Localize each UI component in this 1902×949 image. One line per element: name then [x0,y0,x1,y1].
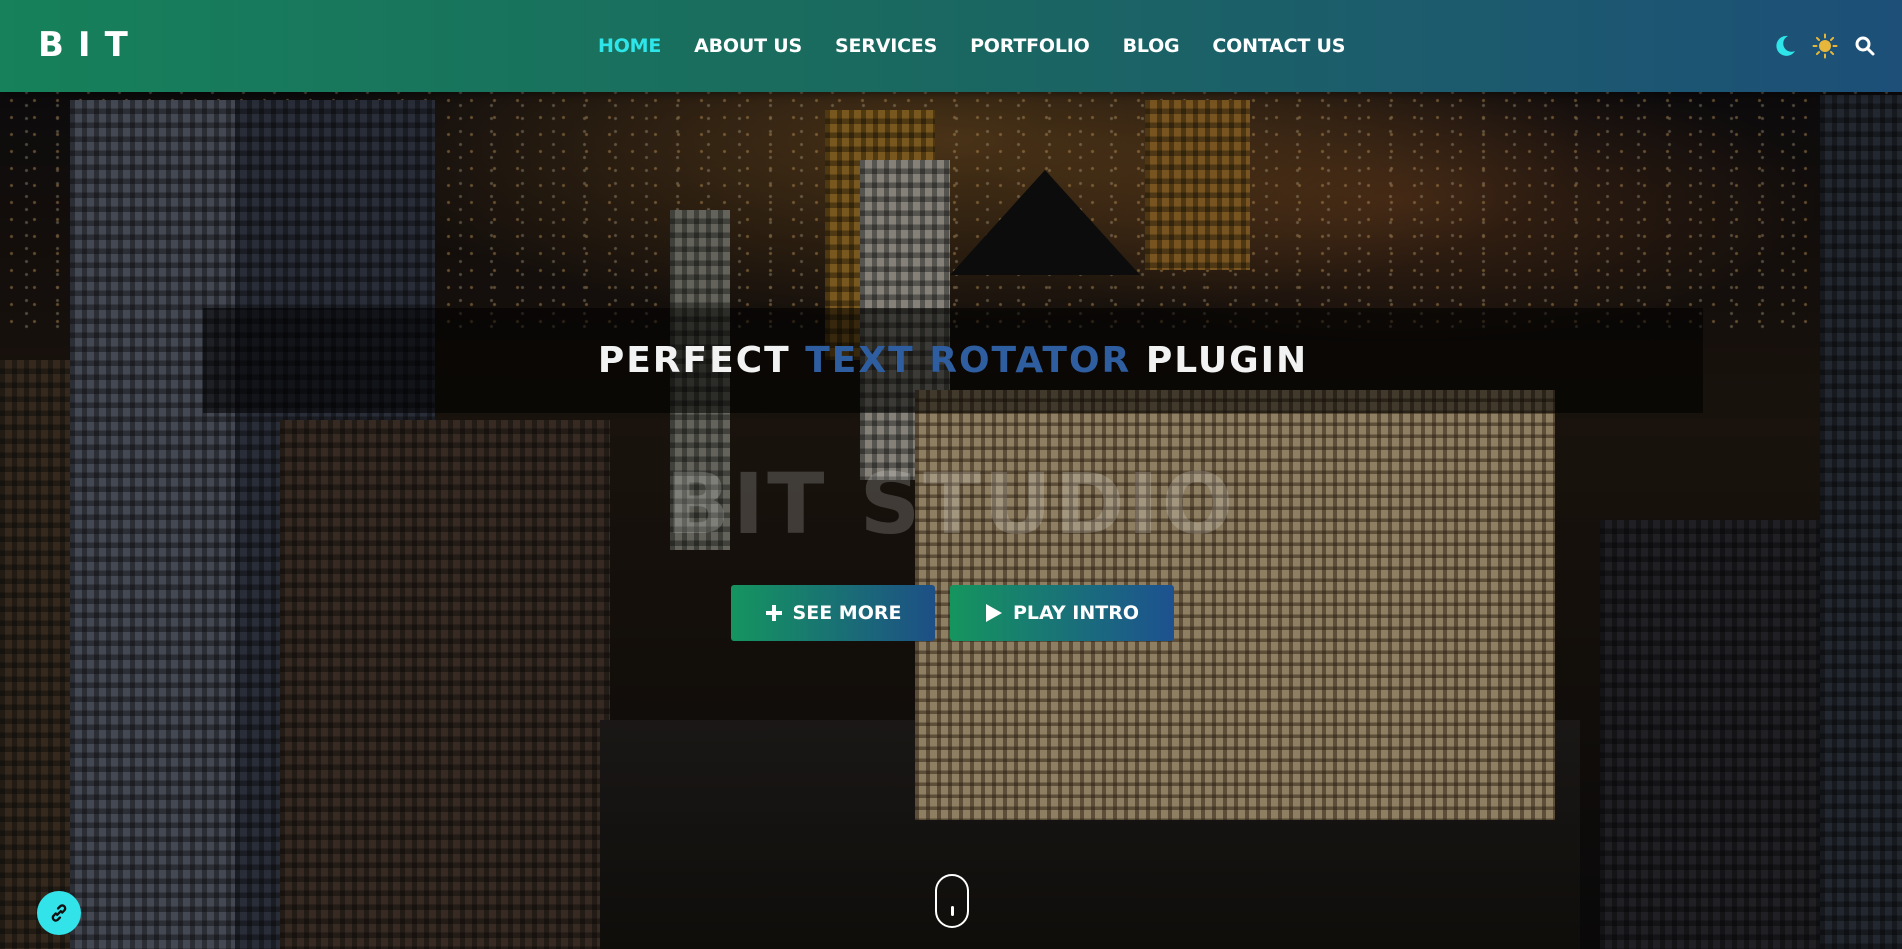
nav-item-portfolio[interactable]: PORTFOLIO [970,35,1090,57]
nav-item-contact-us[interactable]: CONTACT US [1212,35,1345,57]
plus-icon [765,605,782,621]
see-more-label: SEE MORE [792,602,902,624]
site-logo[interactable]: BIT [38,28,142,62]
moon-icon[interactable] [1772,33,1798,59]
rotator-suffix: PLUGIN [1145,340,1309,381]
scroll-wheel [951,906,954,916]
rotator-highlight: TEXT ROTATOR [805,340,1132,381]
see-more-button[interactable]: SEE MORE [731,585,935,641]
search-icon[interactable] [1852,33,1878,59]
studio-title: BIT STUDIO [665,455,1237,553]
rotator-heading: PERFECT TEXT ROTATOR PLUGIN [598,340,1308,381]
play-icon [985,604,1002,622]
sun-icon[interactable] [1812,33,1838,59]
play-intro-label: PLAY INTRO [1012,602,1139,624]
nav-item-services[interactable]: SERVICES [835,35,937,57]
main-nav: HOME ABOUT US SERVICES PORTFOLIO BLOG CO… [598,0,1378,92]
scroll-down-indicator[interactable] [935,874,969,928]
play-intro-button[interactable]: PLAY INTRO [950,585,1174,641]
header-tools [1772,30,1878,62]
link-button[interactable] [37,891,81,935]
rotator-prefix: PERFECT [597,340,791,381]
site-header: BIT HOME ABOUT US SERVICES PORTFOLIO BLO… [0,0,1902,92]
nav-item-blog[interactable]: BLOG [1123,35,1180,57]
nav-item-home[interactable]: HOME [598,35,661,57]
text-rotator-banner: PERFECT TEXT ROTATOR PLUGIN [203,308,1703,413]
link-icon [51,904,67,922]
nav-item-about-us[interactable]: ABOUT US [694,35,802,57]
